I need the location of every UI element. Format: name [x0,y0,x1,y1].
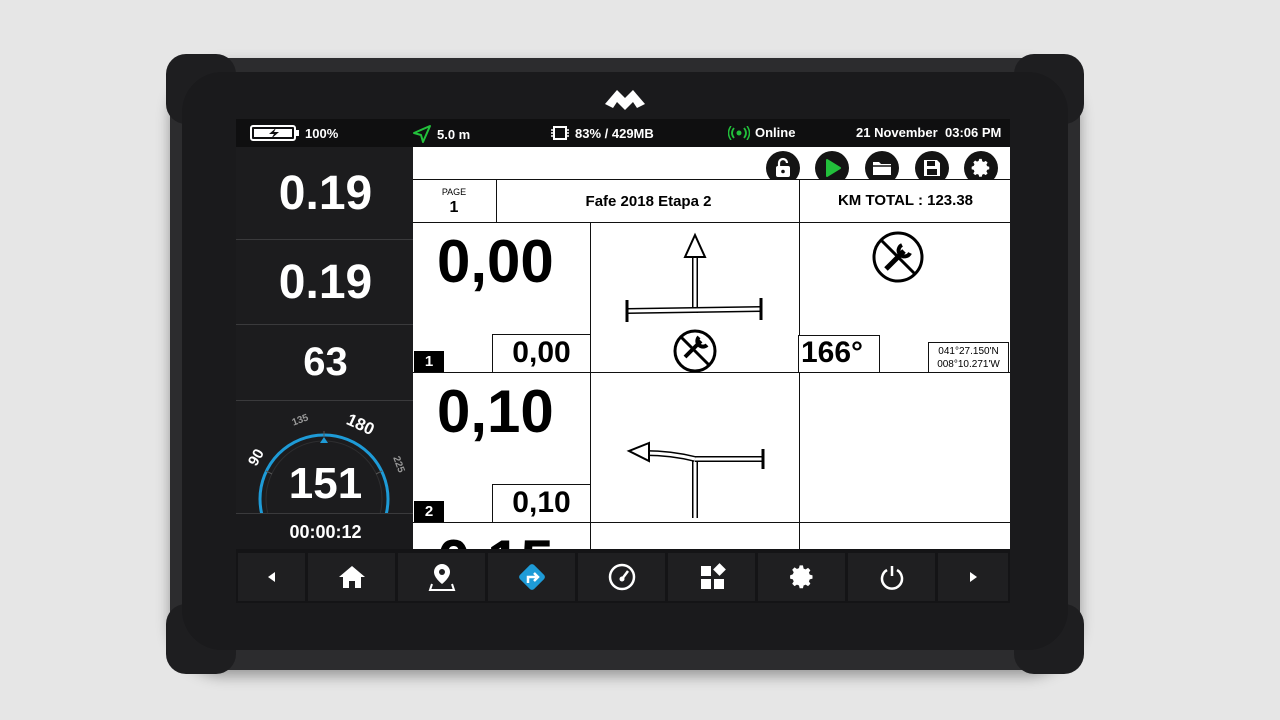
row1-partial-distance: 0,00 [492,334,591,373]
row3-notes-cell[interactable] [799,522,1010,549]
play-icon [826,159,841,177]
roadbook-button[interactable] [488,553,575,601]
next-icon [970,572,977,582]
navigation-arrow-icon [413,125,431,143]
settings-icon [789,565,812,589]
speed-value: 63 [303,340,348,384]
bottom-navigation [236,549,1010,603]
roadbook-view[interactable]: PAGE 1 Fafe 2018 Etapa 2 KM TOTAL : 123.… [413,147,1010,549]
route-icon [518,564,545,590]
power-button[interactable] [848,553,935,601]
heading-value: 151 [288,459,363,508]
status-bar: 100% 5.0 m 83% / 429MB Online 21 Novembe… [236,119,1010,147]
row2-number: 2 [414,501,444,523]
row1-total-distance: 0,00 [437,228,554,295]
signal-icon [728,125,750,140]
power-icon [880,566,903,590]
memory-text: 83% / 429MB [575,125,654,141]
row3-total-distance: 0,15 [437,527,554,549]
gear-icon [971,158,990,177]
trip-b-tile[interactable]: 0.19 [236,240,415,325]
compass-tile[interactable]: 90 135 180 225 151 [236,401,415,513]
widgets-button[interactable] [668,553,755,601]
row1-latitude: 041°27.150'N [938,346,999,357]
row1-longitude: 008°10.271'W [937,359,1000,370]
folder-icon [873,162,891,175]
dashboard-button[interactable] [578,553,665,601]
connection-text: Online [755,125,796,140]
page-number: 1 [449,199,459,216]
row1-notes-cell[interactable]: 166° 041°27.150'N 008°10.271'W [798,222,1010,374]
page-label: PAGE [441,187,467,197]
save-icon [924,160,940,176]
memory-chip-icon [551,126,569,140]
settings-nav-button[interactable] [758,553,845,601]
home-button[interactable] [308,553,395,601]
roadbook-title: Fafe 2018 Etapa 2 [496,179,801,224]
instrument-panel: 0.19 0.19 63 90 135 180 225 151 00:00:12 [236,147,415,550]
prev-page-button[interactable] [238,553,305,601]
row1-heading: 166° [798,335,880,373]
trip-a-tile[interactable]: 0.19 [236,147,415,240]
page-indicator: PAGE 1 [413,179,498,224]
brand-logo-icon [605,90,645,110]
speed-tile[interactable]: 63 [236,325,415,401]
memory-status: 83% / 429MB [550,125,654,141]
row2-distance-cell[interactable]: 0,10 0,10 2 [413,372,592,524]
row1-tulip-cell[interactable] [590,222,801,374]
prev-icon [267,572,275,582]
km-total: KM TOTAL : 123.38 [799,179,1010,224]
row1-tulip-diagram [625,232,763,373]
trip-b-value: 0.19 [278,255,373,309]
unlock-icon [776,157,790,177]
timer-tile[interactable]: 00:00:12 [236,513,415,550]
map-button[interactable] [398,553,485,601]
map-pin-icon [428,564,455,591]
row2-total-distance: 0,10 [437,378,554,445]
row1-coordinates: 041°27.150'N 008°10.271'W [928,342,1009,373]
row3-distance-cell[interactable]: 0,15 [413,522,592,549]
row1-number: 1 [414,351,444,373]
row1-distance-cell[interactable]: 0,00 0,00 1 [413,222,592,374]
row2-tulip-diagram [626,441,765,518]
device-screen: 100% 5.0 m 83% / 429MB Online 21 Novembe… [236,119,1010,603]
timer-value: 00:00:12 [289,521,362,542]
date-text: 21 November [856,125,938,140]
battery-icon [250,125,299,141]
next-page-button[interactable] [938,553,1008,601]
row2-tulip-cell[interactable] [590,372,801,524]
widgets-icon [700,563,726,589]
gps-accuracy-text: 5.0 m [437,126,471,142]
connection-status: Online [728,125,795,140]
row3-tulip-cell[interactable] [590,522,801,549]
time-text: 03:06 PM [945,125,1002,140]
battery-status: 100% [250,125,338,141]
row2-notes-cell[interactable] [799,372,1010,524]
home-icon [338,566,365,588]
battery-text: 100% [305,125,339,141]
gauge-icon [608,563,635,591]
row2-partial-distance: 0,10 [492,484,591,523]
trip-a-value: 0.19 [278,166,373,220]
service-wrench-icon [872,231,924,283]
gps-status: 5.0 m [412,125,470,143]
